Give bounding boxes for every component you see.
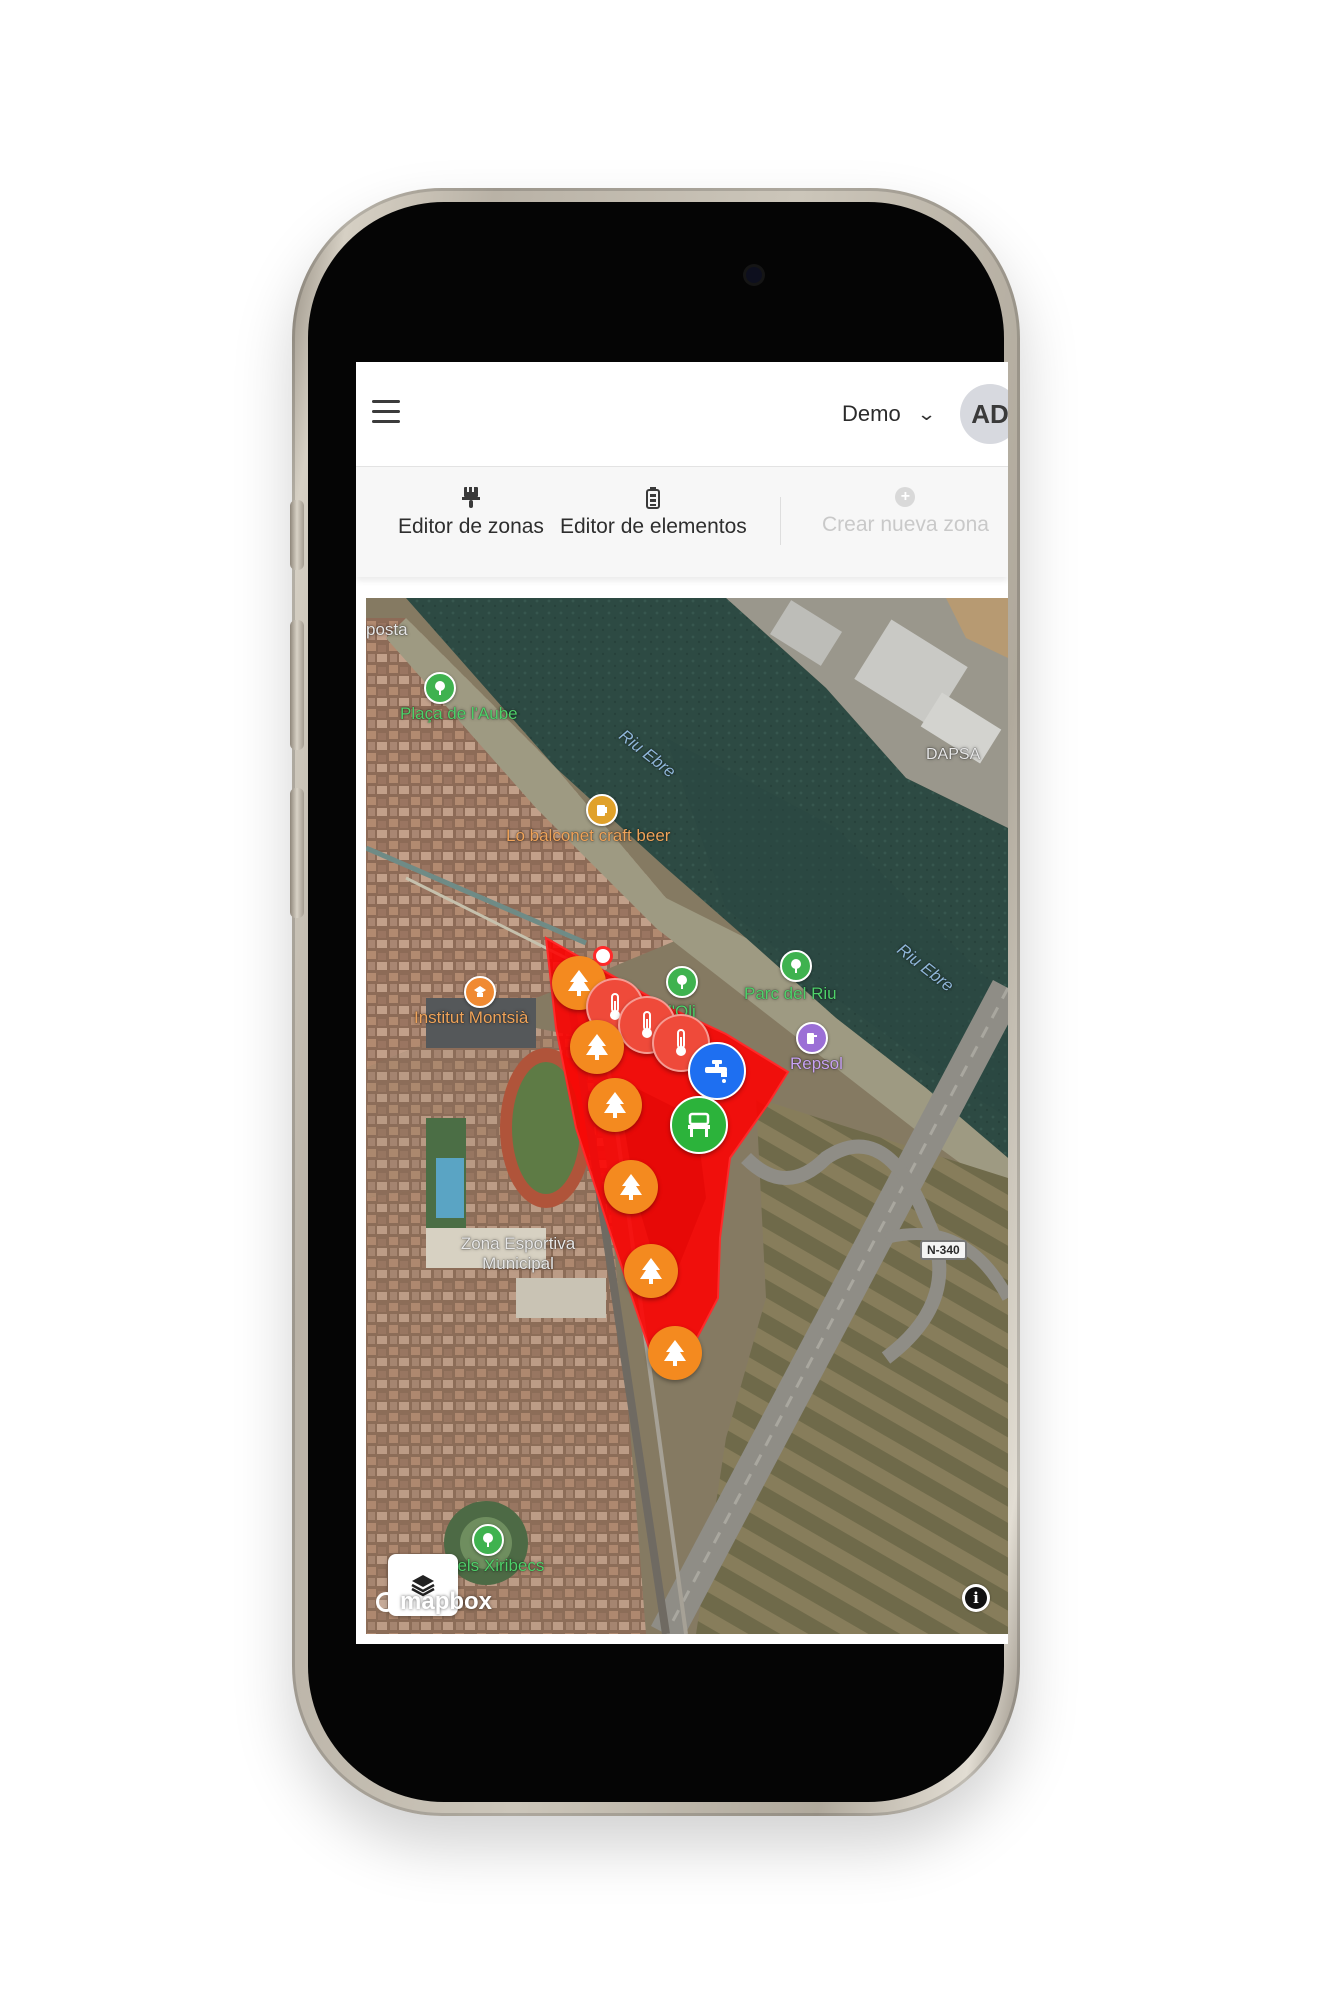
create-zone-button[interactable]: + Crear nueva zona: [822, 487, 989, 537]
mapbox-attribution-label: mapbox: [400, 1588, 493, 1615]
tree-icon: [620, 1174, 642, 1200]
map-label: Institut Montsià: [414, 1008, 529, 1027]
avatar-initials: AD: [971, 398, 1008, 429]
mapbox-attribution[interactable]: mapbox: [376, 1588, 492, 1616]
toolbar-divider: [780, 497, 781, 545]
tree-poi-icon[interactable]: [424, 672, 456, 704]
map-label: Zona Esportiva Municipal: [460, 1234, 576, 1273]
paint-brush-icon: [461, 487, 480, 508]
mapbox-logo-icon: [376, 1592, 396, 1612]
water-tap-marker[interactable]: [688, 1042, 746, 1100]
action-button: [290, 500, 304, 570]
thermometer-icon: [676, 1029, 686, 1056]
map-label: posta: [366, 620, 408, 639]
map-label: DAPSA: [926, 746, 981, 763]
tree-poi-icon[interactable]: [780, 950, 812, 982]
beer-poi-icon[interactable]: [586, 794, 618, 826]
bench-marker[interactable]: [670, 1096, 728, 1154]
tree-marker[interactable]: [624, 1244, 678, 1298]
plus-circle-icon: +: [895, 487, 916, 507]
element-editor-label: Editor de elementos: [560, 515, 747, 538]
editor-toolbar: Editor de zonas Editor de elementos + Cr…: [356, 467, 1008, 577]
water-tap-icon: [705, 1060, 727, 1083]
app-header: Demo ⌄ AD: [356, 362, 1008, 467]
zone-editor-button[interactable]: Editor de zonas: [398, 487, 544, 539]
app-screen: Demo ⌄ AD Editor de zonas Editor de elem…: [356, 362, 1008, 1644]
map-label: Lo balconet craft beer: [506, 826, 671, 845]
volume-up-button: [290, 620, 304, 750]
map-label: Parc del Riu: [744, 984, 837, 1003]
battery-icon: [646, 487, 661, 509]
tree-marker[interactable]: [570, 1020, 624, 1074]
tree-icon: [568, 970, 590, 996]
tree-marker[interactable]: [604, 1160, 658, 1214]
school-poi-icon[interactable]: [464, 976, 496, 1008]
map-label: Repsol: [790, 1054, 843, 1073]
tree-marker[interactable]: [588, 1078, 642, 1132]
info-button[interactable]: i: [962, 1584, 990, 1612]
element-editor-button[interactable]: Editor de elementos: [560, 487, 747, 539]
fuel-poi-icon[interactable]: [796, 1022, 828, 1054]
tree-icon: [604, 1092, 626, 1118]
user-select-label: Demo: [842, 401, 901, 426]
volume-down-button: [290, 788, 304, 918]
create-zone-label: Crear nueva zona: [822, 513, 989, 536]
tree-marker[interactable]: [648, 1326, 702, 1380]
hamburger-icon[interactable]: [372, 400, 400, 423]
chevron-down-icon: ⌄: [916, 403, 937, 424]
zone-editor-label: Editor de zonas: [398, 515, 544, 538]
bench-icon: [688, 1112, 710, 1137]
avatar[interactable]: AD: [960, 384, 1008, 444]
tree-icon: [640, 1258, 662, 1284]
map-label: dels Xiribecs: [448, 1556, 545, 1575]
tree-icon: [586, 1034, 608, 1060]
map-label: Plaça de l'Aube: [400, 704, 518, 723]
tree-poi-icon[interactable]: [666, 966, 698, 998]
satellite-map[interactable]: posta Plaça de l'Aube Riu Ebre Riu Ebre …: [366, 598, 1008, 1634]
road-shield: N-340: [920, 1240, 967, 1260]
tree-icon: [664, 1340, 686, 1366]
user-select[interactable]: Demo ⌄: [842, 398, 937, 430]
tree-poi-icon[interactable]: [472, 1524, 504, 1556]
front-camera: [746, 267, 762, 283]
info-icon: i: [965, 1587, 987, 1609]
